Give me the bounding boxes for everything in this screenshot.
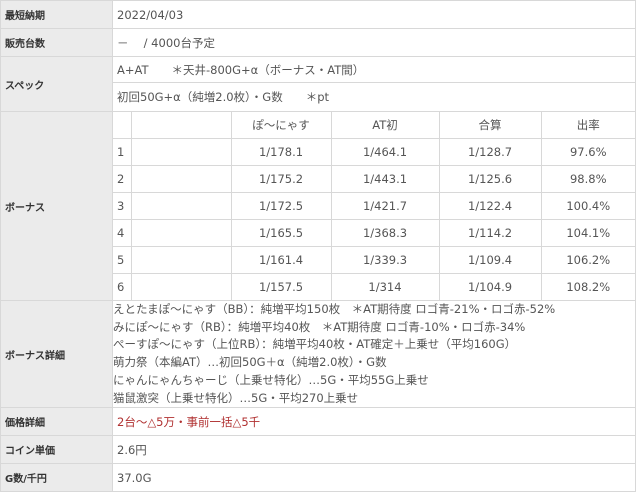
- at-probability: 1/339.3: [330, 246, 440, 274]
- label-bonus: ボーナス: [0, 111, 113, 301]
- total-probability: 1/114.2: [438, 219, 542, 247]
- bonus-header-setting: [113, 112, 132, 139]
- setting-number: 4: [113, 219, 132, 247]
- row-bonus: ボーナス ぽ～にゃす AT初 合算 出率 1 1/178.1 1/464.1 1…: [0, 111, 636, 301]
- setting-number: 6: [113, 273, 132, 300]
- bonus-probability: 1/172.5: [230, 192, 332, 220]
- bonus-row: 4 1/165.5 1/368.3 1/114.2 104.1%: [113, 219, 635, 247]
- value-price: 2台～△5万・事前一括△5千: [112, 407, 636, 437]
- bonus-row: 1 1/178.1 1/464.1 1/128.7 97.6%: [113, 138, 635, 166]
- bonus-probability: 1/157.5: [230, 273, 332, 300]
- bonus-detail-line: ぺーすぽ～にゃす（上位RB）：純増平均40枚・AT確定＋上乗せ（平均160G）: [113, 337, 517, 352]
- setting-number: 1: [113, 138, 132, 166]
- bonus-header-at: AT初: [330, 112, 440, 139]
- at-probability: 1/314: [330, 273, 440, 300]
- payout-rate: 106.2%: [540, 246, 635, 274]
- at-probability: 1/368.3: [330, 219, 440, 247]
- bonus-detail-line: みにぽ～にゃす（RB）：純増平均40枚 ＊AT期待度 ロゴ青-10%・ロゴ赤-3…: [113, 319, 526, 334]
- bonus-probability: 1/161.4: [230, 246, 332, 274]
- bonus-probability: 1/165.5: [230, 219, 332, 247]
- value-spec-line2: 初回50G+α（純増2.0枚）・G数 ＊pt: [112, 82, 636, 112]
- at-probability: 1/464.1: [330, 138, 440, 166]
- value-coin: 2.6円: [112, 435, 636, 465]
- setting-number: 2: [113, 165, 132, 193]
- value-g-per-1000: 37.0G: [112, 463, 636, 492]
- row-g-per-1000: G数/千円 37.0G: [0, 463, 636, 492]
- bonus-probability: 1/175.2: [230, 165, 332, 193]
- bonus-header-row: ぽ～にゃす AT初 合算 出率: [113, 112, 635, 139]
- label-g-per-1000: G数/千円: [0, 463, 113, 492]
- row-spec-1: スペック A+AT ＊天井-800G+α（ボーナス・AT間）: [0, 56, 636, 112]
- bonus-table: ぽ～にゃす AT初 合算 出率 1 1/178.1 1/464.1 1/128.…: [113, 112, 635, 300]
- bonus-header-blank: [130, 112, 232, 139]
- payout-rate: 108.2%: [540, 273, 635, 300]
- payout-rate: 98.8%: [540, 165, 635, 193]
- bonus-detail-line: にゃんにゃんちゃーじ（上乗せ特化）…5G・平均55G上乗せ: [113, 372, 429, 387]
- bonus-row: 2 1/175.2 1/443.1 1/125.6 98.8%: [113, 165, 635, 193]
- bonus-cell-blank: [130, 165, 232, 193]
- bonus-cell-blank: [130, 192, 232, 220]
- bonus-row: 5 1/161.4 1/339.3 1/109.4 106.2%: [113, 246, 635, 274]
- bonus-detail-line: 萌力祭（本編AT）…初回50G＋α（純増2.0枚）・G数: [113, 355, 387, 370]
- label-price: 価格詳細: [0, 407, 113, 437]
- payout-rate: 100.4%: [540, 192, 635, 220]
- label-spec: スペック: [0, 56, 113, 112]
- row-units: 販売台数 － / 4000台予定: [0, 28, 636, 57]
- label-release: 最短納期: [0, 0, 113, 29]
- bonus-row: 6 1/157.5 1/314 1/104.9 108.2%: [113, 273, 635, 300]
- row-release: 最短納期 2022/04/03: [0, 0, 636, 29]
- at-probability: 1/443.1: [330, 165, 440, 193]
- total-probability: 1/104.9: [438, 273, 542, 300]
- row-coin: コイン単価 2.6円: [0, 435, 636, 465]
- payout-rate: 97.6%: [540, 138, 635, 166]
- bonus-detail-line: 猫鼠激突（上乗せ特化）…5G・平均270上乗せ: [113, 390, 359, 405]
- payout-rate: 104.1%: [540, 219, 635, 247]
- setting-number: 5: [113, 246, 132, 274]
- total-probability: 1/122.4: [438, 192, 542, 220]
- row-price: 価格詳細 2台～△5万・事前一括△5千: [0, 407, 636, 437]
- bonus-header-total: 合算: [438, 112, 542, 139]
- value-release: 2022/04/03: [112, 0, 636, 29]
- bonus-cell: ぽ～にゃす AT初 合算 出率 1 1/178.1 1/464.1 1/128.…: [112, 111, 636, 301]
- row-bonus-detail: ボーナス詳細 えとたまぽ～にゃす（BB）：純増平均150枚 ＊AT期待度 ロゴ青…: [0, 299, 636, 409]
- setting-number: 3: [113, 192, 132, 220]
- bonus-detail-cell: えとたまぽ～にゃす（BB）：純増平均150枚 ＊AT期待度 ロゴ青-21%・ロゴ…: [112, 299, 636, 409]
- bonus-cell-blank: [130, 273, 232, 300]
- label-bonus-detail: ボーナス詳細: [0, 299, 113, 409]
- total-probability: 1/109.4: [438, 246, 542, 274]
- total-probability: 1/128.7: [438, 138, 542, 166]
- total-probability: 1/125.6: [438, 165, 542, 193]
- bonus-cell-blank: [130, 219, 232, 247]
- at-probability: 1/421.7: [330, 192, 440, 220]
- bonus-row: 3 1/172.5 1/421.7 1/122.4 100.4%: [113, 192, 635, 220]
- label-coin: コイン単価: [0, 435, 113, 465]
- spec-table: 最短納期 2022/04/03 販売台数 － / 4000台予定 スペック A+…: [0, 0, 636, 492]
- bonus-header-bonus: ぽ～にゃす: [230, 112, 332, 139]
- value-units: － / 4000台予定: [112, 28, 636, 57]
- bonus-probability: 1/178.1: [230, 138, 332, 166]
- label-units: 販売台数: [0, 28, 113, 57]
- bonus-cell-blank: [130, 246, 232, 274]
- bonus-cell-blank: [130, 138, 232, 166]
- bonus-detail-line: えとたまぽ～にゃす（BB）：純増平均150枚 ＊AT期待度 ロゴ青-21%・ロゴ…: [113, 302, 556, 316]
- bonus-header-payout: 出率: [540, 112, 635, 139]
- value-spec-line1: A+AT ＊天井-800G+α（ボーナス・AT間）: [112, 56, 636, 83]
